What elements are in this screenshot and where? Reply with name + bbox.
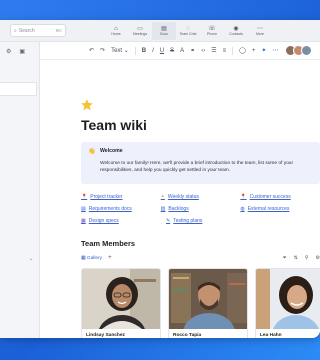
member-name: Lindsay Sanchez — [86, 333, 125, 338]
member-name: Lea Hahn — [260, 333, 282, 338]
text-color-icon[interactable]: A — [180, 48, 184, 54]
member-card[interactable]: Lindsay Sanchez Product Manager — [81, 268, 161, 338]
section-title: Team Members — [81, 239, 136, 248]
member-photo — [169, 269, 247, 329]
toolbar-divider — [232, 46, 234, 55]
view-bar: ▦ Gallery + ⏷ ⇅ ⚲ ⚙ — [81, 253, 320, 263]
settings-icon[interactable]: ⚙ — [6, 48, 11, 55]
comment-icon[interactable]: ◯ — [239, 47, 246, 54]
pin-icon: 📍 — [81, 194, 88, 200]
sidebar: ⚙ ▣ ⌄ ago — [0, 42, 40, 338]
app-window: ⌕ Search ⌘E ⌂ Home ▭ Meetings ▤ Docs ◌ Team … — [0, 20, 320, 338]
link-weekly-status[interactable]: ✶ Weekly status — [161, 194, 241, 200]
numbered-list-icon[interactable]: ≡ — [223, 48, 227, 54]
welcome-callout: 👋 Welcome Welcome to our family! Here, w… — [81, 142, 320, 184]
more-options-icon[interactable]: ⋯ — [272, 47, 278, 54]
redo-icon[interactable]: ↷ — [100, 47, 105, 54]
collaborator-avatars[interactable] — [285, 45, 312, 56]
search-shortcut: ⌘E — [55, 28, 62, 33]
undo-icon[interactable]: ↶ — [89, 47, 94, 54]
link-requirements-docs[interactable]: ▤ Requirements docs — [81, 206, 161, 212]
pin-icon: 📍 — [240, 194, 247, 200]
resource-links: 📍 Project tracker ✶ Weekly status 📍 Custome… — [81, 191, 320, 227]
avatar[interactable] — [301, 45, 312, 56]
filter-icon[interactable]: ⏷ — [283, 255, 287, 261]
link-testing-plans[interactable]: ✎ Testing plans — [166, 218, 251, 224]
nav-phone[interactable]: ☏ Phone — [200, 22, 224, 40]
view-settings-icon[interactable]: ⚙ — [316, 255, 320, 261]
link-design-specs[interactable]: ▦ Design specs — [81, 218, 166, 224]
group-icon[interactable]: ⚲ — [305, 255, 309, 261]
member-photo — [82, 269, 160, 329]
format-toolbar: ↶ ↷ Text ⌄ B I U S A ⚭ ‹› ☰ ≡ ◯ + ✦ ⋯ — [40, 42, 320, 60]
globe-icon: ◍ — [240, 206, 245, 212]
nav-team-chat[interactable]: ◌ Team Chat — [176, 22, 200, 40]
star-icon — [81, 99, 93, 111]
insert-icon[interactable]: + — [252, 48, 256, 54]
member-card[interactable]: Rocco Tapia Software Engineer — [168, 268, 248, 338]
strikethrough-button[interactable]: S — [170, 48, 174, 54]
add-view-button[interactable]: + — [108, 255, 112, 261]
member-photo — [256, 269, 320, 329]
bold-button[interactable]: B — [142, 48, 146, 54]
gallery-icon: ▦ — [81, 255, 86, 261]
code-icon[interactable]: ‹› — [201, 48, 205, 54]
chevron-down-icon[interactable]: ⌄ — [29, 256, 33, 262]
search-placeholder: Search — [18, 27, 35, 34]
underline-button[interactable]: U — [160, 48, 164, 54]
top-bar: ⌕ Search ⌘E ⌂ Home ▭ Meetings ▤ Docs ◌ Team … — [0, 20, 320, 42]
member-name: Rocco Tapia — [173, 333, 202, 338]
design-icon: ▦ — [81, 218, 86, 224]
docs-icon: ▤ — [81, 206, 86, 212]
nav-meetings[interactable]: ▭ Meetings — [128, 22, 152, 40]
callout-title: Welcome — [100, 148, 123, 154]
nav-docs[interactable]: ▤ Docs — [152, 22, 176, 40]
member-card[interactable]: Lea Hahn Marketing Specialist — [255, 268, 320, 338]
app-switcher: ⌂ Home ▭ Meetings ▤ Docs ◌ Team Chat ☏ Phone … — [104, 22, 272, 40]
ai-assist-icon[interactable]: ✦ — [261, 47, 266, 54]
nav-home[interactable]: ⌂ Home — [104, 22, 128, 40]
text-style-dropdown[interactable]: Text ⌄ — [111, 47, 129, 54]
page-title: Team wiki — [81, 117, 147, 133]
sidebar-selected-item[interactable] — [0, 82, 37, 96]
search-icon: ⌕ — [14, 27, 17, 34]
nav-contacts[interactable]: ◉ Contacts — [224, 22, 248, 40]
sidebar-toggle-icon[interactable]: ▣ — [19, 48, 25, 55]
bullet-list-icon[interactable]: ☰ — [211, 47, 216, 54]
wave-icon: 👋 — [88, 149, 96, 155]
status-icon: ✶ — [160, 194, 165, 200]
link-customer-success[interactable]: 📍 Customer success — [240, 194, 320, 200]
sort-icon[interactable]: ⇅ — [294, 255, 298, 261]
italic-button[interactable]: I — [152, 48, 154, 54]
link-icon[interactable]: ⚭ — [190, 47, 195, 54]
search-input[interactable]: ⌕ Search ⌘E — [10, 24, 66, 37]
backlog-icon: ▥ — [160, 206, 166, 212]
test-icon: ✎ — [166, 218, 171, 224]
toolbar-divider — [134, 46, 136, 55]
link-project-tracker[interactable]: 📍 Project tracker — [81, 194, 161, 200]
callout-body: Welcome to our family! Here, we'll provi… — [100, 161, 294, 173]
document-canvas: ↶ ↷ Text ⌄ B I U S A ⚭ ‹› ☰ ≡ ◯ + ✦ ⋯ Te… — [40, 42, 320, 338]
member-gallery: Lindsay Sanchez Product Manager — [81, 268, 320, 338]
nav-more[interactable]: ⋯ More — [248, 22, 272, 40]
gallery-view-tab[interactable]: ▦ Gallery — [81, 256, 102, 261]
link-external-resources[interactable]: ◍ External resources — [240, 206, 320, 212]
link-backlogs[interactable]: ▥ Backlogs — [161, 206, 241, 212]
